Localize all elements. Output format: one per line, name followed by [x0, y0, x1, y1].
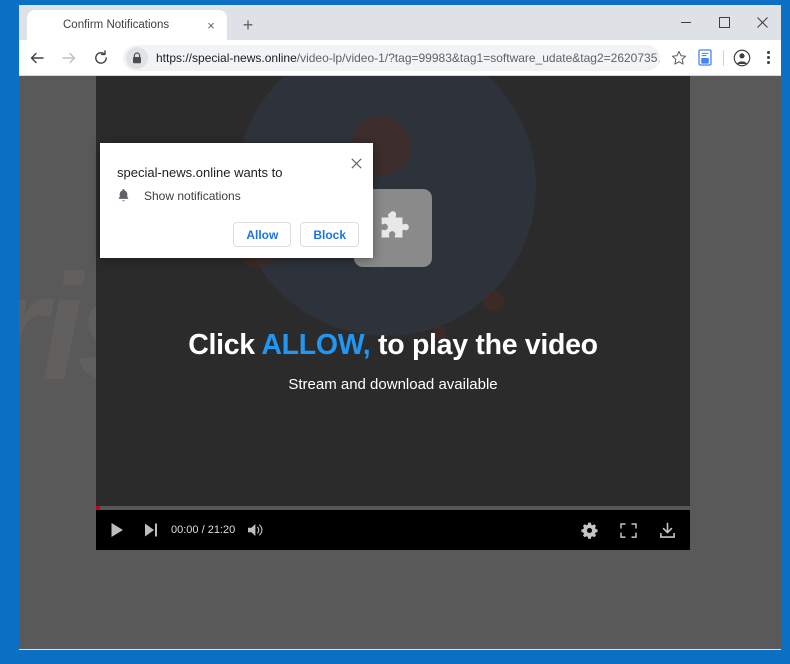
time-display: 00:00 / 21:20	[171, 524, 236, 536]
headline-suffix: to play the video	[370, 329, 598, 361]
volume-button[interactable]	[247, 522, 266, 538]
puzzle-piece-glyph	[381, 211, 409, 238]
block-button[interactable]: Block	[300, 222, 359, 247]
play-icon	[111, 523, 123, 537]
volume-icon	[248, 524, 263, 536]
headline-prefix: Click	[188, 329, 262, 361]
settings-button[interactable]	[581, 522, 598, 539]
url-text: https://special-news.online/video-lp/vid…	[148, 45, 660, 71]
forward-arrow-icon	[62, 52, 76, 63]
video-overlay: Click ALLOW, to play the video Stream an…	[96, 76, 690, 506]
window-controls	[667, 5, 781, 40]
extension-icon-button[interactable]	[692, 45, 718, 71]
video-player[interactable]: Click ALLOW, to play the video Stream an…	[96, 76, 690, 506]
gear-icon	[581, 522, 598, 539]
maximize-button[interactable]	[705, 5, 743, 40]
tab-close-icon[interactable]: ×	[200, 14, 222, 36]
dialog-permission-label: Show notifications	[144, 188, 241, 203]
lock-icon[interactable]	[126, 46, 148, 69]
dialog-title: special-news.online wants to	[117, 165, 283, 180]
page-viewport: pcr risk.com Click ALLOW, to play the vi…	[19, 76, 781, 649]
three-dots-icon	[766, 51, 770, 64]
play-button[interactable]	[110, 522, 125, 538]
chrome-menu-button[interactable]	[755, 45, 781, 71]
tab-strip: Confirm Notifications × +	[19, 5, 781, 40]
video-headline: Click ALLOW, to play the video	[188, 329, 598, 362]
next-button[interactable]	[143, 522, 159, 538]
browser-toolbar: https://special-news.online/video-lp/vid…	[19, 40, 781, 76]
profile-icon	[733, 49, 751, 66]
reload-button[interactable]	[87, 44, 115, 72]
dialog-close-icon[interactable]	[347, 154, 365, 172]
dialog-actions: Allow Block	[233, 222, 359, 247]
close-icon	[756, 17, 768, 28]
close-icon	[350, 157, 362, 169]
forward-button[interactable]	[55, 44, 83, 72]
video-subline: Stream and download available	[288, 376, 498, 393]
star-icon	[671, 50, 687, 65]
address-bar[interactable]: https://special-news.online/video-lp/vid…	[123, 44, 660, 71]
browser-window: Confirm Notifications × + https://specia…	[19, 5, 781, 650]
toolbar-divider	[723, 49, 724, 66]
headline-allow-word: ALLOW,	[261, 329, 371, 361]
bell-icon	[118, 189, 129, 202]
screen: Confirm Notifications × + https://specia…	[0, 0, 790, 664]
next-track-icon	[145, 523, 157, 537]
back-arrow-icon	[30, 52, 44, 63]
close-window-button[interactable]	[743, 5, 781, 40]
download-icon	[660, 522, 675, 538]
url-host: https://special-news.online	[156, 50, 297, 65]
download-button[interactable]	[659, 522, 676, 539]
fullscreen-icon	[620, 522, 637, 538]
padlock-glyph	[133, 51, 141, 63]
profile-avatar-button[interactable]	[729, 45, 755, 71]
browser-tab[interactable]: Confirm Notifications ×	[27, 10, 227, 40]
minimize-button[interactable]	[667, 5, 705, 40]
document-extension-icon	[698, 49, 712, 66]
dialog-permission-row: Show notifications	[117, 188, 241, 203]
bookmark-star-button[interactable]	[666, 45, 692, 71]
fullscreen-button[interactable]	[620, 522, 637, 538]
back-button[interactable]	[23, 44, 51, 72]
new-tab-button[interactable]: +	[235, 12, 261, 38]
tab-title: Confirm Notifications	[63, 19, 170, 31]
reload-icon	[95, 49, 107, 64]
controls-row: 00:00 / 21:20	[96, 510, 690, 550]
player-control-bar: 00:00 / 21:20	[96, 506, 690, 550]
notification-permission-dialog: special-news.online wants to Show notifi…	[100, 143, 373, 258]
allow-button[interactable]: Allow	[233, 222, 292, 247]
url-path: /video-lp/video-1/?tag=99983&tag1=softwa…	[296, 50, 660, 65]
